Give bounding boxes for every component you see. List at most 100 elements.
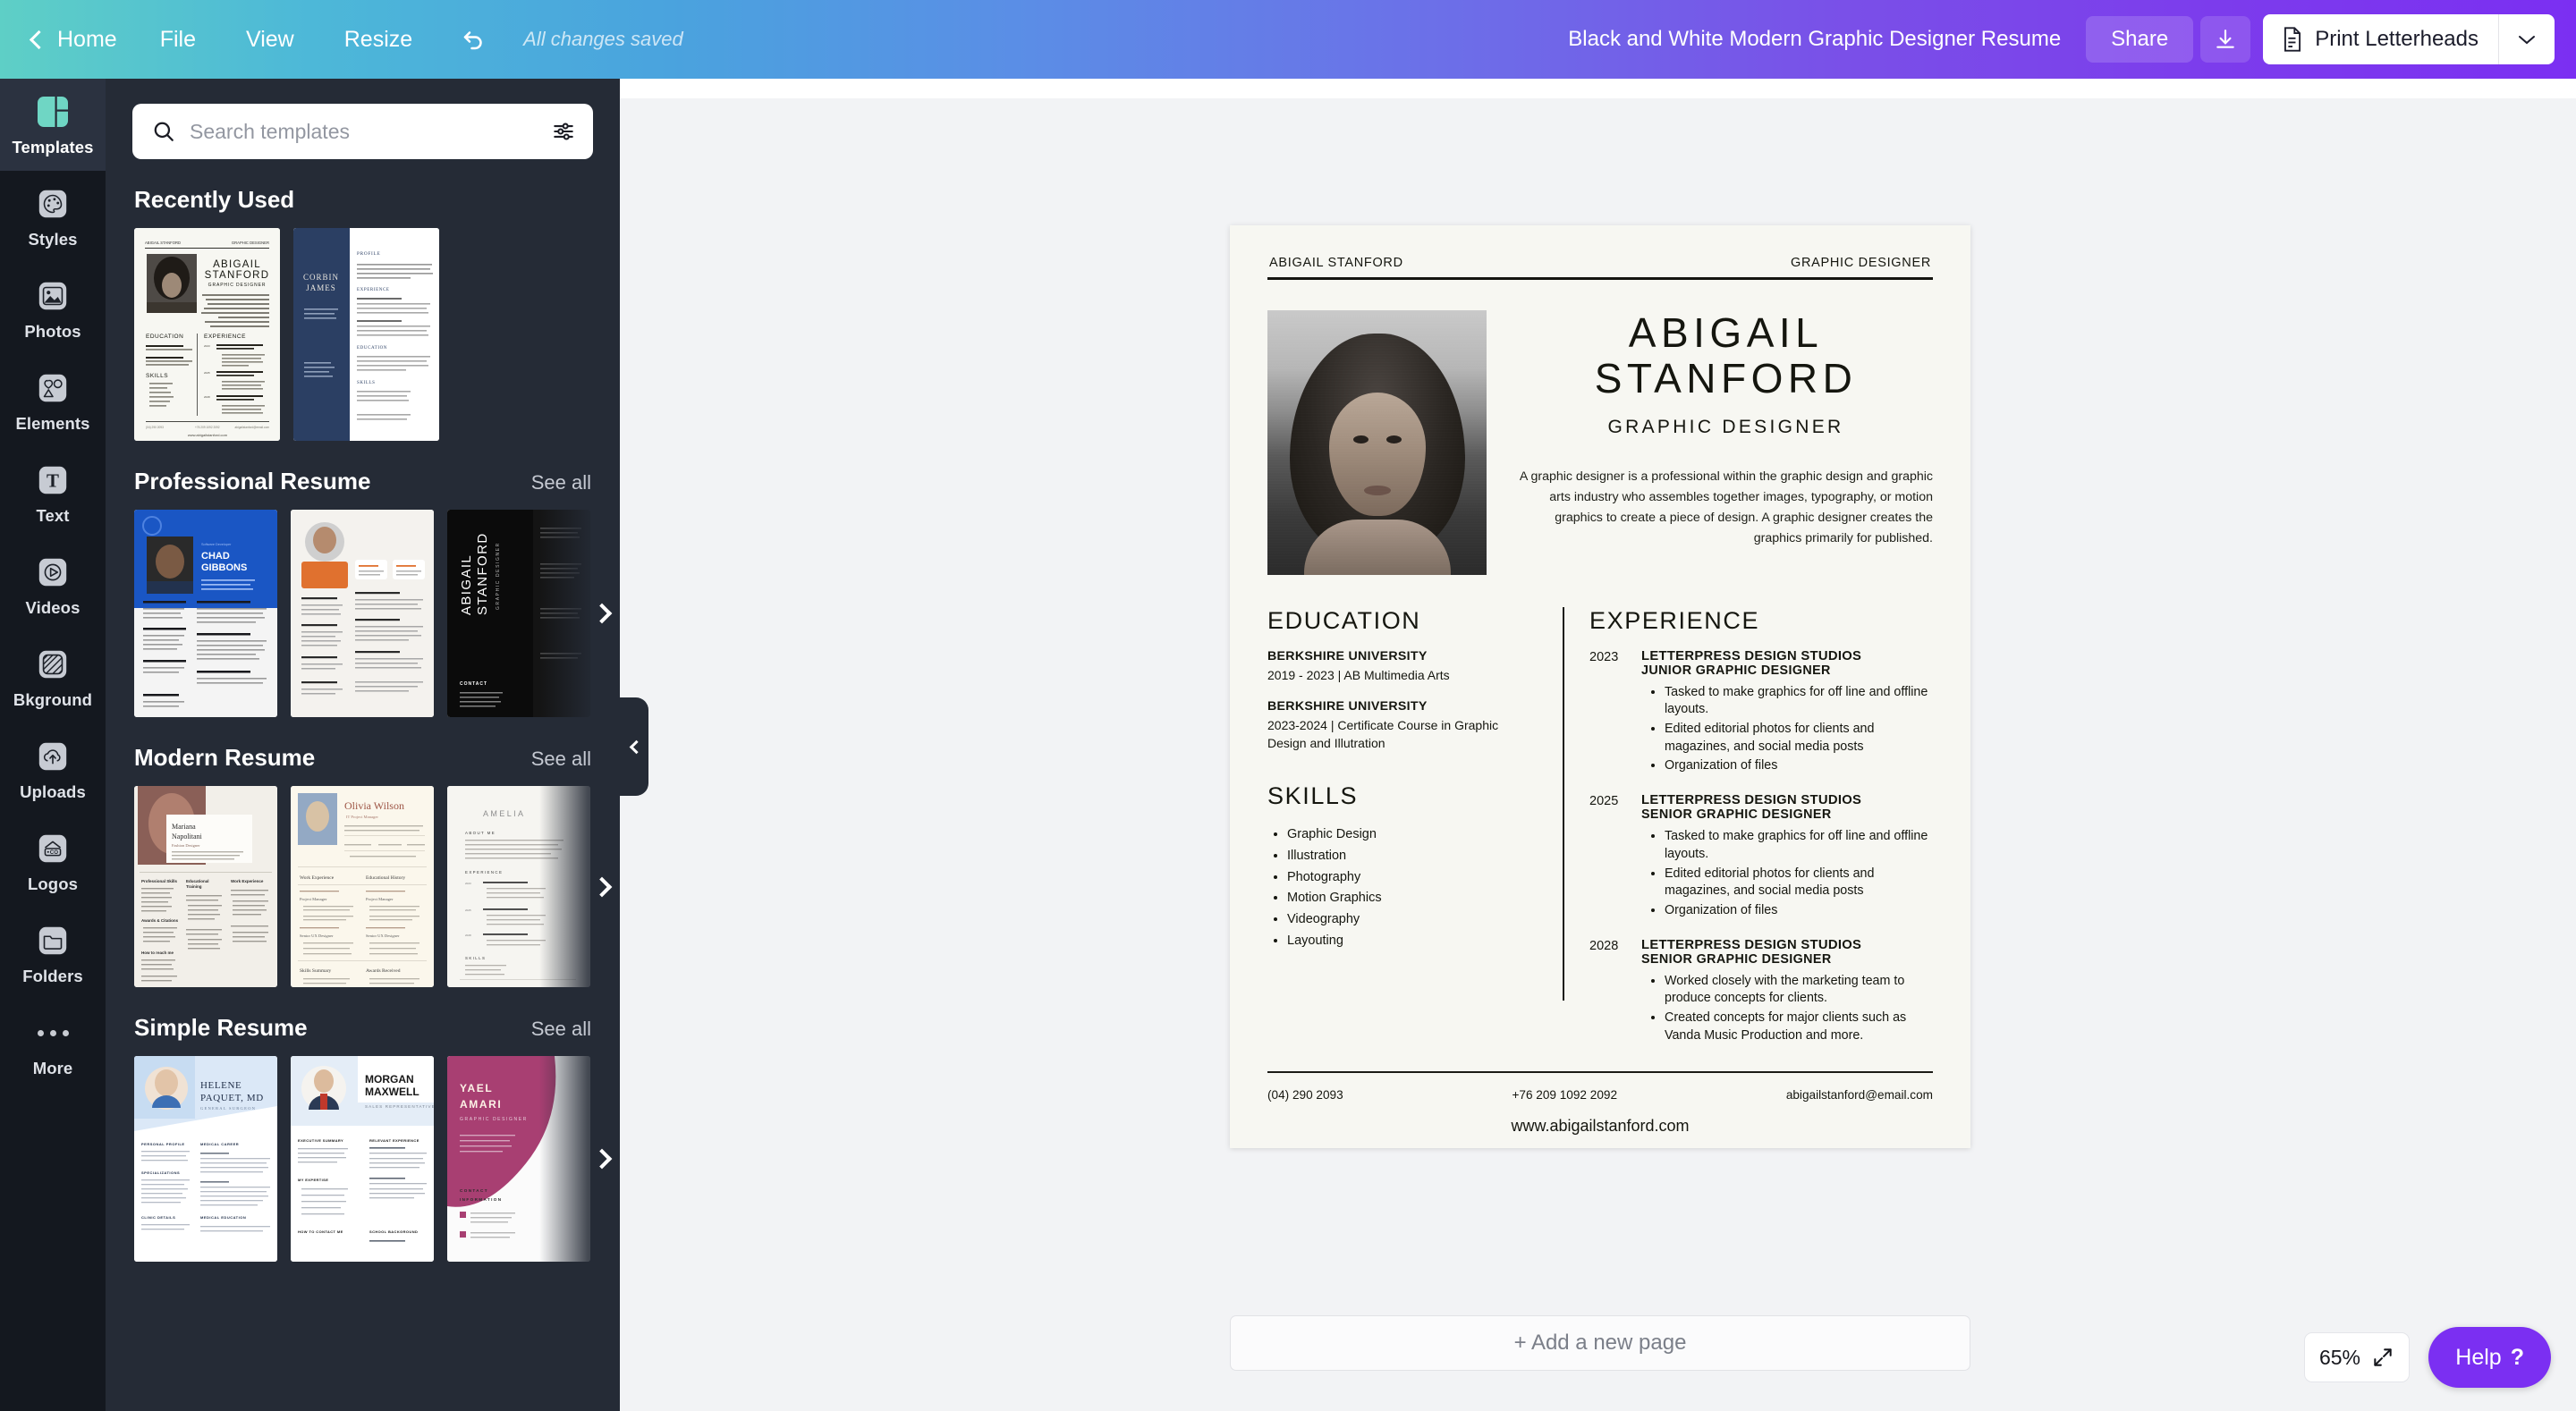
- education-org: BERKSHIRE UNIVERSITY: [1267, 648, 1428, 663]
- section-header-recently-used: Recently Used: [106, 186, 620, 214]
- top-left-menu: Home File View Resize All changes saved: [0, 0, 683, 79]
- experience-body: LETTERPRESS DESIGN STUDIOS JUNIOR GRAPHI…: [1641, 649, 1933, 778]
- menu-file[interactable]: File: [135, 0, 221, 79]
- resume-columns: EDUCATION BERKSHIRE UNIVERSITY 2019 - 20…: [1267, 606, 1933, 1063]
- template-thumbnail[interactable]: CORBIN JAMES PROFILE EXPERIENCE EDUCATIO…: [293, 228, 439, 441]
- carousel-next-simple[interactable]: [582, 1139, 620, 1179]
- experience-bullets: Tasked to make graphics for off line and…: [1641, 828, 1933, 920]
- panel-collapse-handle[interactable]: [620, 697, 648, 796]
- print-dropdown-toggle[interactable]: [2499, 14, 2555, 64]
- see-all-professional[interactable]: See all: [531, 471, 591, 494]
- sidebar-item-styles[interactable]: Styles: [0, 171, 106, 263]
- sidebar-item-bkground[interactable]: Bkground: [0, 631, 106, 723]
- template-thumbnail[interactable]: HELENE PAQUET, MD GENERAL SURGEON PERSON…: [134, 1056, 277, 1262]
- template-thumbnail[interactable]: Olivia Wilson IT Project Manager Work Ex…: [291, 786, 434, 987]
- svg-text:Work Experience: Work Experience: [300, 875, 335, 881]
- chevron-right-icon: [591, 1148, 613, 1170]
- sidebar-item-folders[interactable]: Folders: [0, 908, 106, 1000]
- svg-text:PERSONAL PROFILE: PERSONAL PROFILE: [141, 1142, 185, 1146]
- chevron-down-icon: [2519, 36, 2535, 45]
- sidebar-label-text: Text: [36, 506, 70, 525]
- zoom-control[interactable]: 65%: [2304, 1332, 2410, 1382]
- template-thumbnail[interactable]: Software Developer CHAD GIBBONS: [134, 510, 277, 717]
- section-header-modern: Modern Resume See all: [106, 744, 620, 772]
- svg-text:ABIGAIL: ABIGAIL: [459, 554, 474, 615]
- carousel-next-modern[interactable]: [582, 867, 620, 907]
- svg-text:Awards & Citations: Awards & Citations: [141, 918, 179, 923]
- search-input[interactable]: [190, 119, 538, 144]
- resume-summary[interactable]: A graphic designer is a professional wit…: [1519, 467, 1933, 550]
- skill-item: Photography: [1287, 867, 1538, 889]
- svg-text:EXPERIENCE: EXPERIENCE: [204, 334, 246, 340]
- text-icon: T: [33, 460, 72, 500]
- see-all-simple[interactable]: See all: [531, 1018, 591, 1041]
- see-all-modern[interactable]: See all: [531, 748, 591, 771]
- profile-photo[interactable]: [1267, 309, 1487, 575]
- save-status: All changes saved: [523, 28, 683, 50]
- menu-resize[interactable]: Resize: [319, 0, 437, 79]
- sidebar-item-elements[interactable]: Elements: [0, 355, 106, 447]
- resume-header: ABIGAIL STANFORD GRAPHIC DESIGNER: [1267, 256, 1933, 277]
- resume-role[interactable]: GRAPHIC DESIGNER: [1519, 417, 1933, 438]
- resume-name-line1[interactable]: ABIGAIL: [1519, 309, 1933, 357]
- share-button[interactable]: Share: [2086, 16, 2194, 63]
- svg-text:Skills Summary: Skills Summary: [300, 968, 332, 974]
- document-title[interactable]: Black and White Modern Graphic Designer …: [1568, 27, 2061, 52]
- experience-bullet: Worked closely with the marketing team t…: [1665, 973, 1933, 1008]
- sidebar-item-more[interactable]: More: [0, 1000, 106, 1092]
- template-thumbnail[interactable]: AMELIA ABOUT ME EXPERIENCE 2023 2025 2028 …: [447, 786, 590, 987]
- sidebar-item-templates[interactable]: Templates: [0, 79, 106, 171]
- canvas-top-strip: [620, 79, 2576, 98]
- svg-text:Olivia Wilson: Olivia Wilson: [344, 799, 404, 812]
- experience-bullets: Tasked to make graphics for off line and…: [1641, 684, 1933, 776]
- contact-website: www.abigailstanford.com: [1511, 1117, 1690, 1135]
- svg-text:GRAPHIC DESIGNER: GRAPHIC DESIGNER: [208, 283, 267, 288]
- top-right-actions: Black and White Modern Graphic Designer …: [1568, 0, 2555, 79]
- resume-page[interactable]: ABIGAIL STANFORD GRAPHIC DESIGNER ABIGAI…: [1230, 225, 1970, 1148]
- section-title: Modern Resume: [134, 744, 316, 771]
- svg-text:Educational History: Educational History: [366, 875, 405, 881]
- svg-text:Professional Skills: Professional Skills: [141, 879, 178, 883]
- template-thumbnail[interactable]: YAEL AMARI GRAPHIC DESIGNER CONTACT INFO…: [447, 1056, 590, 1262]
- footer-rule: [1267, 1071, 1933, 1073]
- svg-text:PAQUET, MD: PAQUET, MD: [200, 1093, 264, 1103]
- template-thumbnail[interactable]: ABIGAIL STANFORD GRAPHIC DESIGNER ABIGAI…: [134, 228, 280, 441]
- svg-text:ABIGAIL STANFORD: ABIGAIL STANFORD: [145, 241, 181, 245]
- carousel-next-professional[interactable]: [582, 594, 620, 633]
- sidebar-item-photos[interactable]: Photos: [0, 263, 106, 355]
- education-detail: 2023-2024 | Certificate Course in Graphi…: [1267, 717, 1499, 751]
- sidebar-item-uploads[interactable]: Uploads: [0, 723, 106, 815]
- print-letterheads-button[interactable]: Print Letterheads: [2263, 14, 2555, 64]
- experience-year: 2028: [1589, 938, 1619, 953]
- sidebar-item-text[interactable]: T Text: [0, 447, 106, 539]
- svg-text:2028: 2028: [204, 395, 210, 399]
- experience-year: 2023: [1589, 649, 1619, 664]
- template-thumbnail[interactable]: [291, 510, 434, 717]
- sidebar-item-videos[interactable]: Videos: [0, 539, 106, 631]
- svg-text:RELEVANT EXPERIENCE: RELEVANT EXPERIENCE: [369, 1138, 419, 1143]
- sidebar-item-logos[interactable]: CO Logos: [0, 815, 106, 908]
- download-button[interactable]: [2200, 16, 2251, 63]
- experience-company: LETTERPRESS DESIGN STUDIOS: [1641, 937, 1862, 952]
- template-thumbnail[interactable]: ABIGAIL STANFORD GRAPHIC DESIGNER CONTAC…: [447, 510, 590, 717]
- document-icon: [2284, 27, 2301, 52]
- svg-text:HELENE: HELENE: [200, 1080, 242, 1091]
- skill-item: Layouting: [1287, 931, 1538, 952]
- experience-bullet: Created concepts for major clients such …: [1665, 1010, 1933, 1044]
- menu-view[interactable]: View: [221, 0, 319, 79]
- svg-text:SPECIALIZATIONS: SPECIALIZATIONS: [141, 1170, 180, 1175]
- undo-button[interactable]: [437, 0, 511, 79]
- template-thumbnail[interactable]: Mariana Napolitani Fashion Designer Prof…: [134, 786, 277, 987]
- svg-text:MORGAN: MORGAN: [365, 1073, 414, 1086]
- help-button[interactable]: Help ?: [2428, 1327, 2551, 1388]
- template-thumbnail[interactable]: MORGAN MAXWELL SALES REPRESENTATIVE EXEC…: [291, 1056, 434, 1262]
- resume-name-line2[interactable]: STANFORD: [1519, 355, 1933, 402]
- home-button[interactable]: Home: [27, 0, 135, 79]
- svg-text:Senior UX Designer: Senior UX Designer: [300, 934, 334, 938]
- add-new-page-button[interactable]: + Add a new page: [1230, 1315, 1970, 1371]
- svg-text:2023: 2023: [465, 882, 471, 885]
- filter-sliders-icon[interactable]: [552, 120, 575, 143]
- search-box[interactable]: [132, 104, 593, 159]
- svg-text:SKILLS: SKILLS: [465, 956, 486, 960]
- undo-icon: [463, 31, 482, 50]
